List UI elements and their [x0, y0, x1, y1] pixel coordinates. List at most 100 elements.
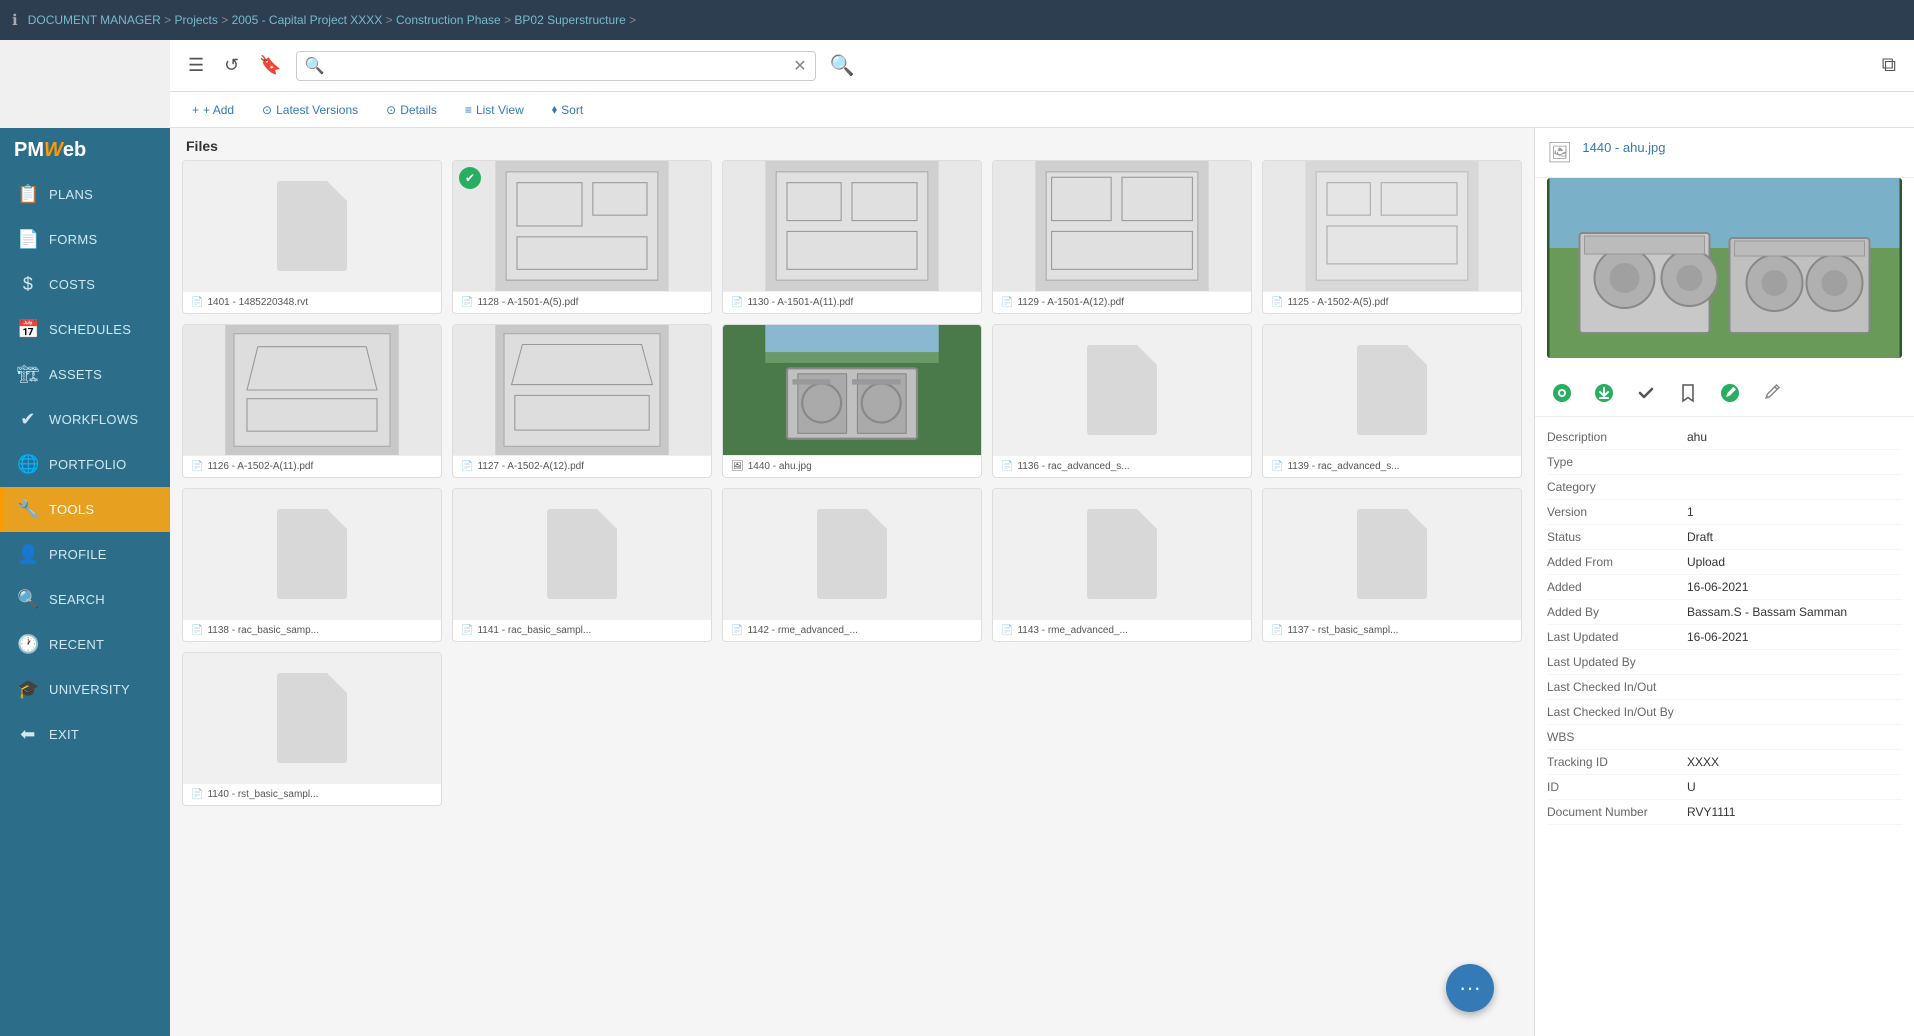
file-thumbnail [723, 489, 981, 619]
meta-label: Last Checked In/Out By [1547, 705, 1687, 719]
info-icon[interactable]: ℹ [12, 11, 18, 29]
view-action-button[interactable] [1547, 378, 1577, 408]
approve-action-button[interactable] [1631, 378, 1661, 408]
file-thumbnail [183, 489, 441, 619]
meta-label: Last Updated By [1547, 655, 1687, 669]
file-card[interactable]: 🖼 1440 - ahu.jpg [722, 324, 982, 478]
breadcrumb: DOCUMENT MANAGER > Projects > 2005 - Cap… [28, 13, 636, 27]
eye-icon [1551, 382, 1573, 404]
file-name: 📄 1126 - A-1502-A(11).pdf [183, 455, 441, 477]
file-card[interactable]: 📄 1137 - rst_basic_sampl... [1262, 488, 1522, 642]
meta-row-tracking-id: Tracking ID XXXX [1547, 750, 1902, 775]
sidebar-item-label: PROFILE [49, 547, 107, 562]
file-card[interactable]: 📄 1129 - A-1501-A(12).pdf [992, 160, 1252, 314]
search-input[interactable] [329, 52, 794, 80]
file-type-icon: 📄 [1001, 625, 1013, 636]
sidebar-item-plans[interactable]: 📋 PLANS [0, 172, 170, 217]
panel-image-container [1547, 178, 1902, 358]
meta-value-category [1687, 480, 1902, 494]
blueprint-thumb [453, 325, 711, 455]
file-card[interactable]: 📄 1126 - A-1502-A(11).pdf [182, 324, 442, 478]
bookmark-button[interactable]: 🔖 [253, 51, 287, 80]
file-card[interactable]: 📄 1127 - A-1502-A(12).pdf [452, 324, 712, 478]
check-badge: ✔ [459, 167, 481, 189]
annotate-action-button[interactable] [1757, 378, 1787, 408]
sidebar-item-workflows[interactable]: ✔ WORKFLOWS [0, 397, 170, 442]
meta-label: Status [1547, 530, 1687, 544]
sidebar-item-assets[interactable]: 🏗 ASSETS [0, 352, 170, 397]
list-view-button[interactable]: ≡ List View [459, 99, 530, 121]
sidebar-item-label: TOOLS [49, 502, 94, 517]
search-clear-icon[interactable]: ✕ [793, 56, 806, 76]
save-action-button[interactable] [1673, 378, 1703, 408]
placeholder-thumb [1357, 509, 1427, 599]
file-thumbnail [993, 489, 1251, 619]
fab-button[interactable]: ··· [1446, 964, 1494, 1012]
file-type-icon: 📄 [191, 789, 203, 800]
file-thumbnail [723, 325, 981, 455]
sidebar-item-tools[interactable]: 🔧 TOOLS [0, 487, 170, 532]
sidebar-item-search[interactable]: 🔍 SEARCH [0, 577, 170, 622]
meta-label: ID [1547, 780, 1687, 794]
file-type-icon: 📄 [461, 461, 473, 472]
edit-action-button[interactable] [1715, 378, 1745, 408]
sidebar-item-profile[interactable]: 👤 PROFILE [0, 532, 170, 577]
file-name: 📄 1142 - rme_advanced_... [723, 619, 981, 641]
meta-row-added-from: Added From Upload [1547, 550, 1902, 575]
file-type-icon: 📄 [1271, 625, 1283, 636]
file-name: 📄 1130 - A-1501-A(11).pdf [723, 291, 981, 313]
file-type-icon: 📄 [1001, 461, 1013, 472]
file-thumbnail [723, 161, 981, 291]
sidebar-item-portfolio[interactable]: 🌐 PORTFOLIO [0, 442, 170, 487]
meta-label: Tracking ID [1547, 755, 1687, 769]
placeholder-thumb [547, 509, 617, 599]
files-grid-wrapper[interactable]: 📄 1401 - 1485220348.rvt [170, 160, 1534, 1036]
menu-button[interactable]: ☰ [182, 51, 210, 80]
panel-actions [1535, 370, 1914, 417]
file-card[interactable]: 📄 1125 - A-1502-A(5).pdf [1262, 160, 1522, 314]
sidebar-item-costs[interactable]: $ COSTS [0, 262, 170, 307]
sidebar-item-label: RECENT [49, 637, 104, 652]
file-card[interactable]: 📄 1139 - rac_advanced_s... [1262, 324, 1522, 478]
file-name: 📄 1139 - rac_advanced_s... [1263, 455, 1521, 477]
file-type-icon: 📄 [191, 461, 203, 472]
sidebar-item-label: COSTS [49, 277, 95, 292]
sidebar-item-schedules[interactable]: 📅 SCHEDULES [0, 307, 170, 352]
history-button[interactable]: ↺ [218, 51, 245, 80]
sidebar-item-forms[interactable]: 📄 FORMS [0, 217, 170, 262]
file-card[interactable]: 📄 1141 - rac_basic_sampl... [452, 488, 712, 642]
details-button[interactable]: ⊙ Details [380, 99, 443, 121]
placeholder-thumb [277, 673, 347, 763]
file-card[interactable]: 📄 1138 - rac_basic_samp... [182, 488, 442, 642]
workflows-icon: ✔ [17, 409, 39, 430]
sort-button[interactable]: ⬧ Sort [546, 98, 589, 121]
placeholder-thumb [277, 181, 347, 271]
panel-image-area [1535, 178, 1914, 370]
file-card[interactable]: 📄 1130 - A-1501-A(11).pdf [722, 160, 982, 314]
pencil-icon [1761, 382, 1783, 404]
sidebar-item-recent[interactable]: 🕐 RECENT [0, 622, 170, 667]
filter-button[interactable]: ⧉ [1876, 50, 1902, 81]
file-card[interactable]: 📄 1401 - 1485220348.rvt [182, 160, 442, 314]
file-card[interactable]: 📄 1142 - rme_advanced_... [722, 488, 982, 642]
download-action-button[interactable] [1589, 378, 1619, 408]
add-button[interactable]: + + Add [186, 99, 240, 121]
file-card[interactable]: 📄 1143 - rme_advanced_... [992, 488, 1252, 642]
panel-filename[interactable]: 1440 - ahu.jpg [1582, 140, 1665, 155]
file-type-icon: 📄 [461, 297, 473, 308]
meta-label: Version [1547, 505, 1687, 519]
latest-versions-button[interactable]: ⊙ Latest Versions [256, 99, 364, 121]
sidebar-item-label: WORKFLOWS [49, 412, 138, 427]
sidebar-item-university[interactable]: 🎓 UNIVERSITY [0, 667, 170, 712]
file-thumbnail [453, 489, 711, 619]
file-card[interactable]: ✔ 📄 1128 - A-1501-A(5).pdf [452, 160, 712, 314]
zoom-button[interactable]: 🔍 [824, 49, 861, 82]
meta-label: Last Updated [1547, 630, 1687, 644]
file-card[interactable]: 📄 1136 - rac_advanced_s... [992, 324, 1252, 478]
file-thumbnail [993, 161, 1251, 291]
sidebar-item-exit[interactable]: ⬅ EXIT [0, 712, 170, 757]
search-nav-icon: 🔍 [17, 589, 39, 610]
files-grid: 📄 1401 - 1485220348.rvt [182, 160, 1522, 806]
file-card[interactable]: 📄 1140 - rst_basic_sampl... [182, 652, 442, 806]
topbar: ℹ DOCUMENT MANAGER > Projects > 2005 - C… [0, 0, 1914, 40]
